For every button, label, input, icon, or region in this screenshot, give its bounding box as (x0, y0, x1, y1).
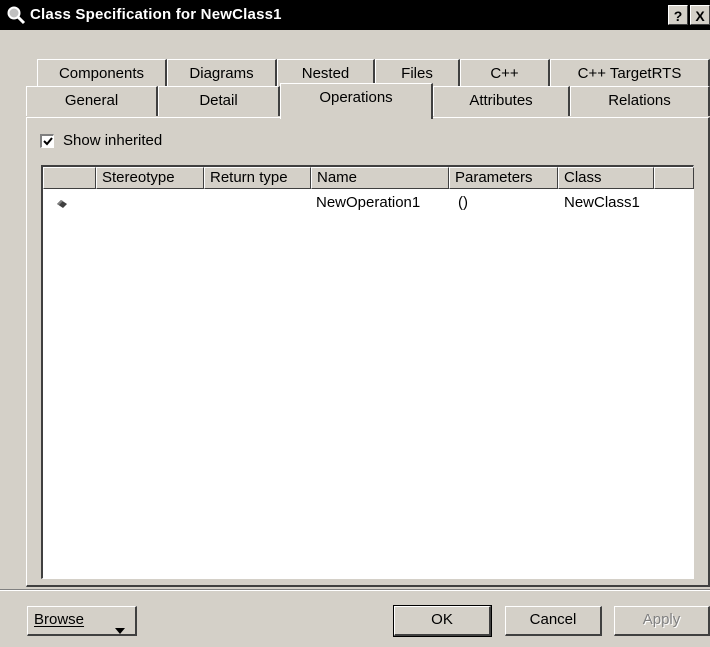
row-name: NewOperation1 (316, 194, 421, 211)
column-header-return-type[interactable]: Return type (204, 167, 311, 189)
close-button[interactable]: X (690, 5, 710, 25)
column-header-class[interactable]: Class (558, 167, 654, 189)
apply-button[interactable]: Apply (614, 606, 710, 636)
ok-button[interactable]: OK (393, 605, 492, 637)
help-button[interactable]: ? (668, 5, 688, 25)
operations-list[interactable]: Stereotype Return type Name Parameters C… (41, 165, 694, 579)
tab-relations[interactable]: Relations (570, 86, 710, 116)
tab-components[interactable]: Components (37, 59, 167, 89)
column-header-name[interactable]: Name (311, 167, 449, 189)
title-bar[interactable]: Class Specification for NewClass1 ? X (0, 0, 710, 30)
tab-diagrams[interactable]: Diagrams (167, 59, 277, 89)
tab-general[interactable]: General (26, 86, 158, 116)
column-header-filler (654, 167, 694, 189)
class-specification-dialog: Class Specification for NewClass1 ? X Co… (0, 0, 710, 647)
show-inherited-checkbox[interactable] (40, 134, 54, 148)
cancel-button[interactable]: Cancel (505, 606, 602, 636)
column-header-parameters[interactable]: Parameters (449, 167, 558, 189)
tab-detail[interactable]: Detail (158, 86, 280, 116)
separator (0, 589, 710, 591)
tab-operations[interactable]: Operations (280, 83, 433, 119)
operation-icon (55, 197, 69, 214)
column-header-stereotype[interactable]: Stereotype (96, 167, 204, 189)
browse-button[interactable]: Browse (27, 606, 137, 636)
magnifier-icon (6, 5, 26, 25)
show-inherited-label[interactable]: Show inherited (63, 132, 162, 149)
tab-cpp[interactable]: C++ (460, 59, 550, 89)
tab-attributes[interactable]: Attributes (433, 86, 570, 116)
browse-label: Browse (34, 611, 85, 628)
tab-cpp-targetrts[interactable]: C++ TargetRTS (550, 59, 710, 89)
row-class: NewClass1 (564, 194, 640, 211)
window-title: Class Specification for NewClass1 (30, 6, 282, 23)
checkmark-icon (43, 137, 53, 146)
dropdown-arrow-icon (115, 617, 125, 643)
row-parameters: () (458, 194, 468, 211)
column-header-icon[interactable] (43, 167, 96, 189)
